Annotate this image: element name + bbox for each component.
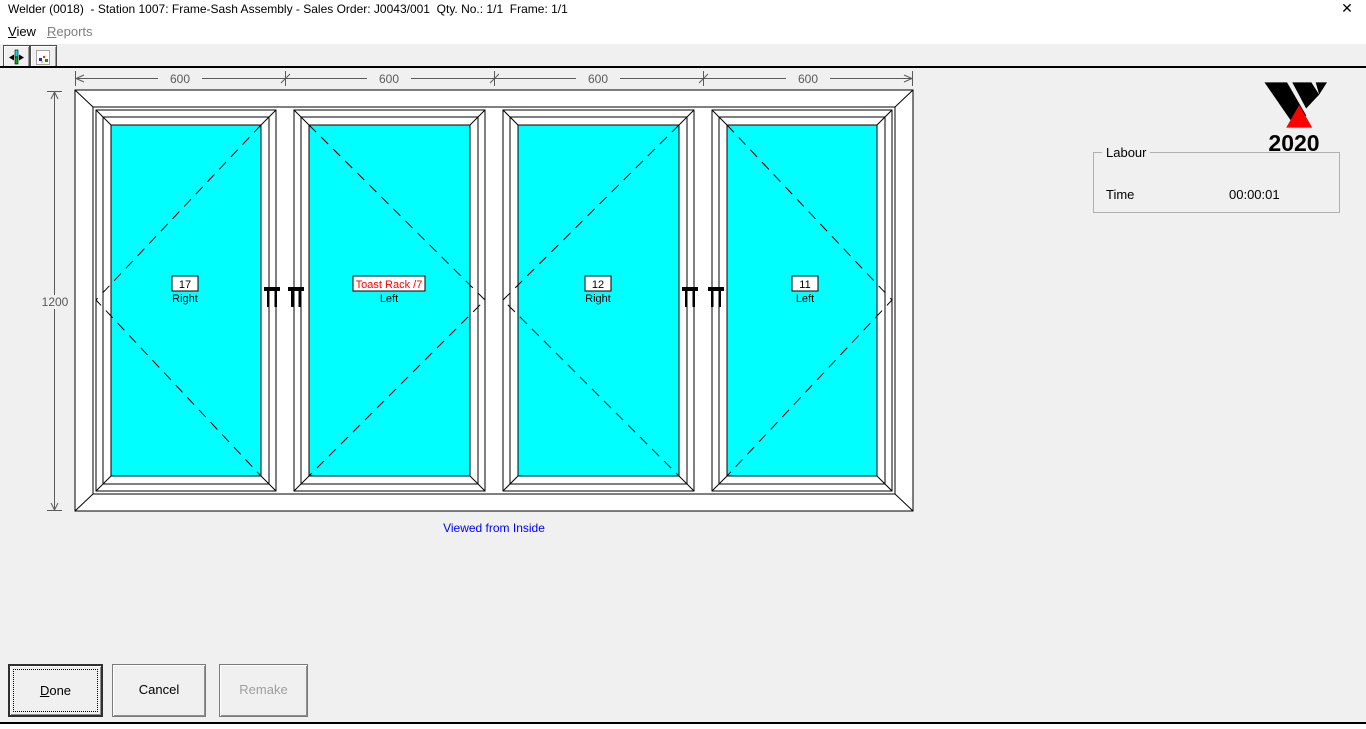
panel-3-id: 12 (592, 279, 604, 291)
dim-top-2: 600 (379, 72, 399, 86)
remake-button: Remake (219, 664, 308, 717)
report-pattern-icon (35, 49, 52, 66)
logo-2020: 2020 (1258, 82, 1330, 153)
cancel-button[interactable]: Cancel (112, 664, 206, 717)
labour-time-row: Time 00:00:01 (1106, 187, 1326, 202)
panel-3-side: Right (585, 293, 611, 305)
panel-4-id: 11 (799, 279, 810, 291)
title-bar: Welder (0018) - Station 1007: Frame-Sash… (0, 0, 1366, 18)
menu-view[interactable]: View (8, 24, 36, 39)
panel-2-side: Left (380, 293, 398, 305)
logo-w-icon (1261, 82, 1327, 128)
panel-1-id: 17 (179, 279, 191, 291)
dim-top-1: 600 (170, 72, 190, 86)
close-icon[interactable]: ✕ (1338, 0, 1356, 17)
bottom-strip (0, 724, 1366, 729)
done-button[interactable]: Done (8, 664, 103, 717)
menu-bar: View Reports (0, 18, 1366, 44)
panel-4-side: Left (796, 293, 814, 305)
viewed-from-inside-caption: Viewed from Inside (443, 521, 545, 535)
time-value: 00:00:01 (1229, 187, 1280, 202)
logo-text: 2020 (1258, 133, 1330, 153)
window-title: Welder (0018) - Station 1007: Frame-Sash… (8, 2, 568, 16)
toolbar (0, 44, 1366, 66)
menu-reports[interactable]: Reports (47, 24, 93, 39)
dim-top-4: 600 (798, 72, 818, 86)
dim-left: 1200 (42, 295, 69, 309)
focus-rect (13, 669, 98, 712)
labour-title: Labour (1102, 145, 1150, 160)
main-area: 600 600 600 600 1200 (0, 68, 1366, 722)
dim-top-3: 600 (588, 72, 608, 86)
panel-1-side: Right (172, 293, 198, 305)
panel-2-id: Toast Rack /7 (356, 279, 423, 291)
transfer-icon (8, 49, 25, 66)
time-label: Time (1106, 187, 1134, 202)
labour-groupbox: Labour Time 00:00:01 (1093, 152, 1340, 213)
